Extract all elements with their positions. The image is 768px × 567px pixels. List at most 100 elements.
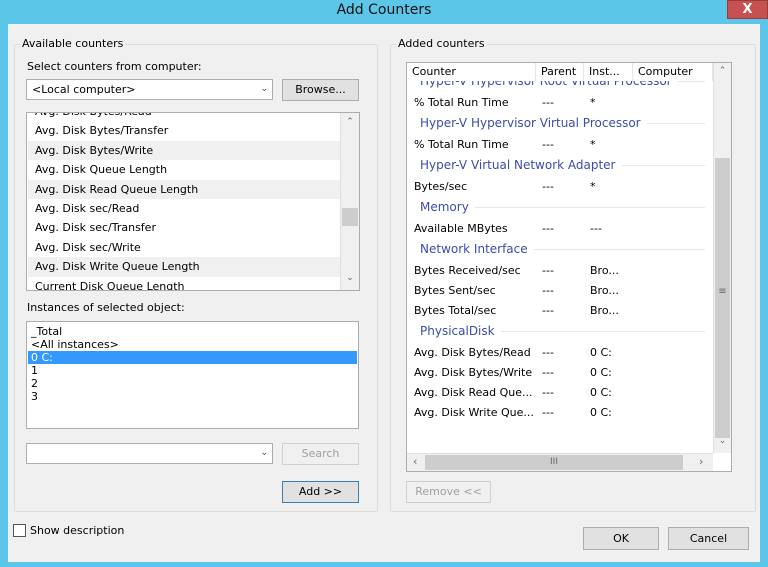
counter-name: Avg. Disk Bytes/Read: [414, 346, 531, 359]
counter-group-header[interactable]: Hyper-V Virtual Network Adapter: [408, 153, 713, 177]
group-divider: [475, 207, 705, 208]
scroll-up-icon[interactable]: ⌃: [341, 117, 359, 127]
counter-parent: ---: [542, 96, 554, 109]
counter-name: Bytes/sec: [414, 180, 468, 193]
counter-parent: ---: [542, 386, 554, 399]
group-divider: [622, 165, 705, 166]
group-divider: [647, 123, 705, 124]
instance-item[interactable]: 0 C:: [28, 351, 357, 364]
instances-list[interactable]: _Total <All instances> 0 C: 1 2 3: [26, 321, 359, 429]
title-bar: Add Counters: [0, 0, 768, 22]
counter-list-item[interactable]: Avg. Disk sec/Transfer: [28, 218, 340, 237]
group-name: Memory: [420, 200, 469, 214]
column-header-computer[interactable]: Computer: [633, 63, 713, 81]
instance-item[interactable]: <All instances>: [28, 338, 357, 351]
computer-value: <Local computer>: [32, 83, 136, 96]
counter-instance: 0 C:: [590, 346, 612, 359]
counter-group-header[interactable]: Network Interface: [408, 237, 713, 261]
added-counter-row[interactable]: Avg. Disk Write Que... --- 0 C:: [408, 403, 713, 423]
counter-list-item[interactable]: Avg. Disk Bytes/Transfer: [28, 121, 340, 140]
group-name: Hyper-V Hypervisor Virtual Processor: [420, 116, 641, 130]
remove-button[interactable]: Remove <<: [406, 481, 491, 503]
counter-instance: Bro...: [590, 264, 619, 277]
counter-name: Bytes Received/sec: [414, 264, 521, 277]
added-counter-row[interactable]: Available MBytes --- ---: [408, 219, 713, 239]
scroll-thumb[interactable]: ≡: [715, 158, 730, 438]
counter-parent: ---: [542, 264, 554, 277]
counter-list[interactable]: Current Disk Queue Length Avg. Disk Write…: [26, 112, 360, 291]
scroll-left-icon[interactable]: ‹: [413, 455, 417, 468]
instance-item[interactable]: _Total: [28, 325, 357, 338]
counter-instance: Bro...: [590, 284, 619, 297]
instance-item[interactable]: 1: [28, 364, 357, 377]
added-counter-row[interactable]: Avg. Disk Read Que... --- 0 C:: [408, 383, 713, 403]
counter-list-item[interactable]: Avg. Disk sec/Read: [28, 199, 340, 218]
browse-button[interactable]: Browse...: [282, 79, 359, 101]
column-header-parent[interactable]: Parent: [536, 63, 584, 81]
computer-label: Select counters from computer:: [27, 60, 202, 73]
added-counter-row[interactable]: % Total Run Time --- *: [408, 135, 713, 155]
counter-parent: ---: [542, 284, 554, 297]
counter-parent: ---: [542, 304, 554, 317]
counter-name: Avg. Disk Read Que...: [414, 386, 533, 399]
counter-list-item[interactable]: Avg. Disk Bytes/Read: [28, 113, 340, 121]
search-button[interactable]: Search: [282, 443, 359, 465]
group-divider: [534, 249, 705, 250]
added-vertical-scrollbar[interactable]: ⌃ ≡ ⌄: [713, 63, 731, 453]
added-counter-row[interactable]: Bytes/sec --- *: [408, 177, 713, 197]
counter-name: Avg. Disk Bytes/Write: [414, 366, 533, 379]
scroll-up-icon[interactable]: ⌃: [714, 66, 731, 76]
column-header-counter[interactable]: Counter: [407, 63, 536, 81]
counter-list-item[interactable]: Current Disk Queue Length: [28, 277, 340, 290]
h-scroll-thumb[interactable]: III: [425, 455, 683, 470]
counter-instance: ---: [590, 222, 602, 235]
scroll-right-icon[interactable]: ›: [699, 455, 703, 468]
cancel-button[interactable]: Cancel: [668, 527, 749, 550]
counter-instance: Bro...: [590, 304, 619, 317]
instance-item[interactable]: 3: [28, 390, 357, 403]
show-description-label[interactable]: Show description: [30, 524, 124, 537]
counter-list-item[interactable]: Avg. Disk Read Queue Length: [28, 179, 340, 199]
counter-list-scrollbar[interactable]: ⌃ ⌄: [340, 113, 359, 290]
counter-list-item[interactable]: Avg. Disk Bytes/Write: [28, 140, 340, 161]
counter-group-header[interactable]: Memory: [408, 195, 713, 219]
chevron-down-icon: ⌄: [260, 448, 268, 458]
instances-label: Instances of selected object:: [27, 301, 185, 314]
added-horizontal-scrollbar[interactable]: ‹ III ›: [407, 453, 713, 471]
show-description-checkbox[interactable]: [13, 524, 26, 537]
counter-group-header[interactable]: Hyper-V Hypervisor Virtual Processor: [408, 111, 713, 135]
counter-parent: ---: [542, 222, 554, 235]
group-name: Hyper-V Virtual Network Adapter: [420, 158, 616, 172]
counter-parent: ---: [542, 406, 554, 419]
scroll-down-icon[interactable]: ⌄: [714, 436, 731, 446]
counter-parent: ---: [542, 180, 554, 193]
counter-list-item[interactable]: Avg. Disk sec/Write: [28, 238, 340, 257]
counter-name: % Total Run Time: [414, 138, 509, 151]
counter-name: Bytes Sent/sec: [414, 284, 496, 297]
ok-button[interactable]: OK: [583, 527, 659, 550]
group-name: Network Interface: [420, 242, 528, 256]
added-counter-row[interactable]: Bytes Total/sec --- Bro...: [408, 301, 713, 321]
group-name: PhysicalDisk: [420, 324, 495, 338]
added-counter-row[interactable]: Bytes Received/sec --- Bro...: [408, 261, 713, 281]
counter-name: % Total Run Time: [414, 96, 509, 109]
counter-group-header[interactable]: PhysicalDisk: [408, 319, 713, 343]
added-counters-table[interactable]: Hyper-V Hypervisor Root Virtual Processo…: [406, 62, 732, 472]
added-counter-row[interactable]: Bytes Sent/sec --- Bro...: [408, 281, 713, 301]
added-counter-row[interactable]: Avg. Disk Bytes/Write --- 0 C:: [408, 363, 713, 383]
counter-list-item[interactable]: Avg. Disk Write Queue Length: [28, 257, 340, 277]
close-button[interactable]: X: [727, 0, 768, 19]
instance-item[interactable]: 2: [28, 377, 357, 390]
add-button[interactable]: Add >>: [282, 481, 359, 503]
scroll-thumb[interactable]: [342, 208, 358, 226]
available-counters-label: Available counters: [20, 37, 126, 50]
computer-select[interactable]: <Local computer> ⌄: [26, 79, 273, 100]
column-header-instance[interactable]: Inst...: [584, 63, 633, 81]
scroll-down-icon[interactable]: ⌄: [341, 273, 359, 283]
grip-icon: ≡: [718, 286, 727, 297]
search-input[interactable]: ⌄: [26, 443, 273, 464]
added-counter-row[interactable]: Avg. Disk Bytes/Read --- 0 C:: [408, 343, 713, 363]
counter-list-item[interactable]: Avg. Disk Queue Length: [28, 160, 340, 179]
counter-instance: *: [590, 180, 596, 193]
added-counter-row[interactable]: % Total Run Time --- *: [408, 93, 713, 113]
